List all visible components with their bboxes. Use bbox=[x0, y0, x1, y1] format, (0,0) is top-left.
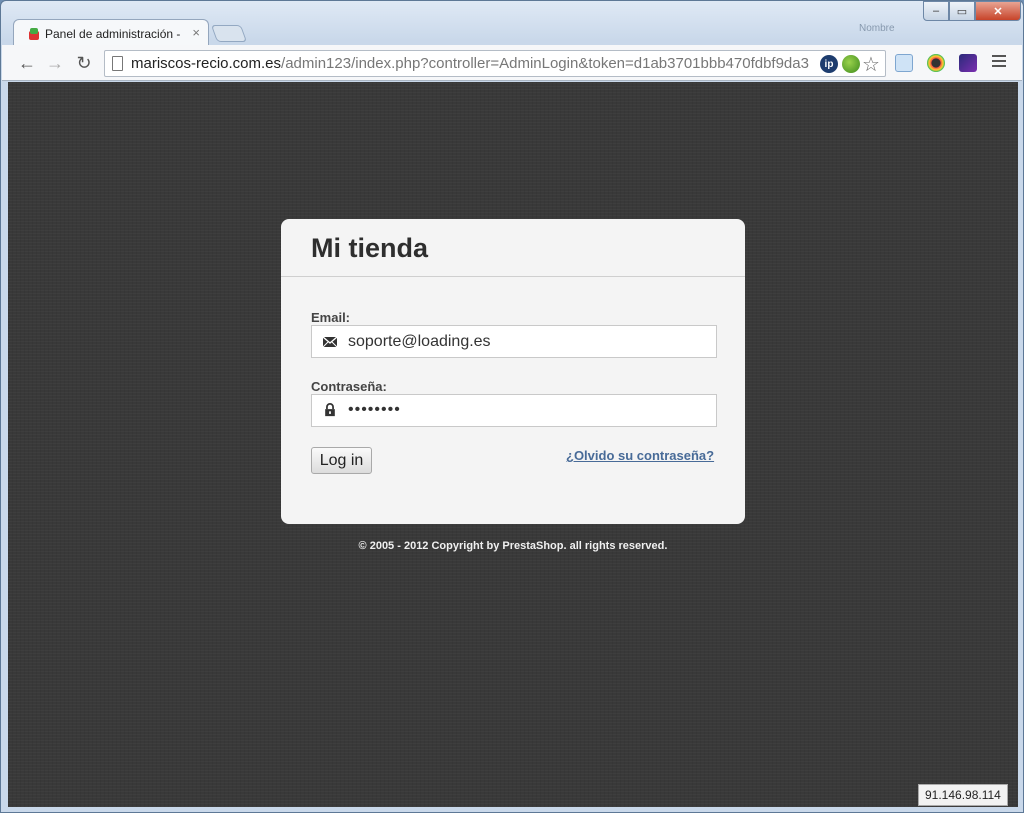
browser-window: Panel de administración - × Nombre – ▭ ✕… bbox=[0, 0, 1024, 813]
forgot-password-link[interactable]: ¿Olvido su contraseña? bbox=[566, 448, 714, 463]
password-label: Contraseña: bbox=[311, 379, 387, 394]
login-button[interactable]: Log in bbox=[311, 447, 372, 474]
password-value: •••••••• bbox=[348, 401, 401, 418]
url-path: /admin123/index.php?controller=AdminLogi… bbox=[281, 55, 809, 72]
envelope-icon bbox=[322, 336, 338, 348]
email-label: Email: bbox=[311, 310, 351, 325]
password-field[interactable]: •••••••• bbox=[311, 394, 717, 427]
new-tab-button[interactable] bbox=[210, 25, 248, 42]
green-extension-icon[interactable] bbox=[842, 55, 860, 73]
window-controls: – ▭ ✕ bbox=[923, 1, 1021, 21]
back-arrow-icon[interactable]: ← bbox=[16, 52, 38, 74]
address-bar[interactable]: mariscos-recio.com.es/admin123/index.php… bbox=[104, 50, 886, 77]
minimize-button[interactable]: – bbox=[923, 1, 949, 21]
prestashop-favicon-icon bbox=[29, 28, 39, 40]
page-icon bbox=[112, 56, 123, 71]
url-text[interactable]: mariscos-recio.com.es/admin123/index.php… bbox=[131, 55, 821, 72]
browser-toolbar: ← → ↻ mariscos-recio.com.es/admin123/ind… bbox=[2, 45, 1022, 81]
ip-extension-icon[interactable]: ip bbox=[820, 55, 838, 73]
ip-address-badge: 91.146.98.114 bbox=[918, 784, 1008, 806]
dark-extension-icon[interactable] bbox=[959, 54, 977, 72]
tab-admin-panel[interactable]: Panel de administración - × bbox=[13, 19, 209, 46]
color-picker-extension-icon[interactable] bbox=[927, 54, 945, 72]
login-card: Mi tienda Email: soporte@loading.es Cont… bbox=[281, 219, 745, 524]
url-host: mariscos-recio.com.es bbox=[131, 55, 282, 72]
copyright-text: © 2005 - 2012 Copyright by PrestaShop. a… bbox=[358, 540, 668, 552]
tab-title: Panel de administración - bbox=[45, 27, 181, 41]
email-value: soporte@loading.es bbox=[348, 333, 491, 350]
card-header: Mi tienda bbox=[281, 219, 745, 277]
forward-arrow-icon[interactable]: → bbox=[44, 52, 66, 74]
tab-strip: Panel de administración - × Nombre – ▭ ✕ bbox=[1, 1, 1023, 46]
maximize-button[interactable]: ▭ bbox=[949, 1, 975, 21]
lock-icon bbox=[325, 403, 335, 417]
page-viewport: Mi tienda Email: soporte@loading.es Cont… bbox=[8, 82, 1018, 807]
reload-icon[interactable]: ↻ bbox=[73, 52, 95, 74]
tab-close-icon[interactable]: × bbox=[192, 25, 200, 40]
email-field[interactable]: soporte@loading.es bbox=[311, 325, 717, 358]
browser-menu-icon[interactable] bbox=[992, 55, 1006, 70]
profile-name[interactable]: Nombre bbox=[859, 23, 895, 34]
store-title: Mi tienda bbox=[311, 233, 429, 263]
screen-extension-icon[interactable] bbox=[895, 54, 913, 72]
close-window-button[interactable]: ✕ bbox=[975, 1, 1021, 21]
bookmark-star-icon[interactable]: ☆ bbox=[862, 52, 880, 77]
